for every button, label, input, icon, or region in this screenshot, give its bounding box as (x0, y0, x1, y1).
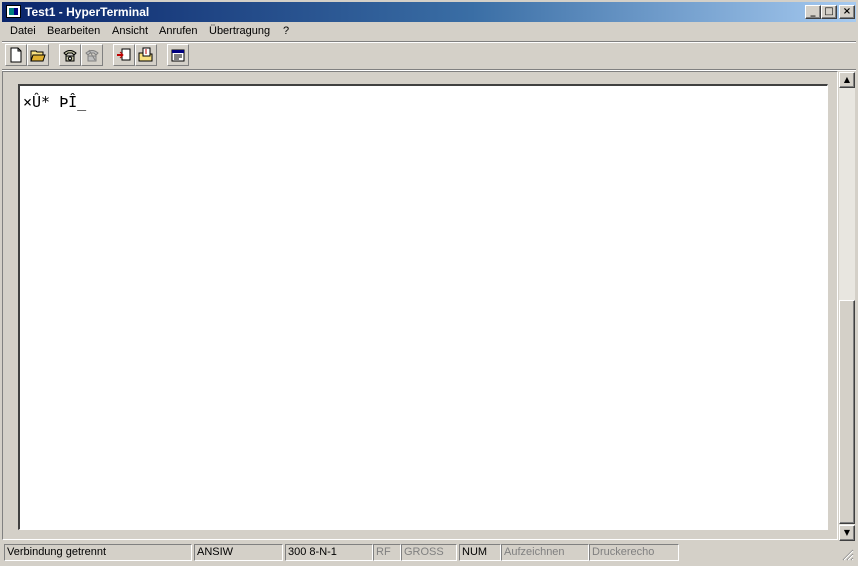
open-button[interactable] (27, 44, 49, 66)
hyperterminal-app-icon[interactable] (6, 5, 21, 18)
menu-ansicht[interactable]: Ansicht (112, 25, 148, 37)
terminal-text: ×Û* ÞÎ_ (23, 93, 87, 111)
minimize-button[interactable]: _ (805, 5, 821, 19)
menu-bar: Datei Bearbeiten Ansicht Anrufen Übertra… (2, 22, 856, 41)
scroll-down-arrow-icon[interactable]: ▼ (839, 525, 855, 541)
send-file-icon (117, 48, 131, 61)
status-capture: Aufzeichnen (501, 544, 589, 561)
status-emulation: ANSIW (194, 544, 283, 561)
properties-icon (171, 49, 185, 62)
disconnect-phone-icon (85, 49, 99, 62)
menu-anrufen[interactable]: Anrufen (159, 25, 198, 37)
call-button[interactable] (59, 44, 81, 66)
status-scroll-lock: RF (373, 544, 401, 561)
new-document-icon (10, 47, 22, 63)
maximize-button[interactable]: □ (821, 5, 837, 19)
menu-uebertragung[interactable]: Übertragung (209, 25, 270, 37)
status-bar: Verbindung getrennt ANSIW 300 8-N-1 RF G… (2, 543, 856, 563)
disconnect-button[interactable] (81, 44, 103, 66)
send-button[interactable] (113, 44, 135, 66)
status-connection: Verbindung getrennt (4, 544, 192, 561)
receive-file-icon (138, 47, 153, 62)
status-num-lock: NUM (459, 544, 501, 561)
vertical-scrollbar[interactable]: ▲ ▼ (839, 72, 855, 541)
menu-bearbeiten[interactable]: Bearbeiten (47, 25, 100, 37)
title-bar[interactable]: Test1 - HyperTerminal _ □ × (2, 2, 856, 22)
open-folder-icon (30, 50, 46, 62)
window-title: Test1 - HyperTerminal (25, 5, 150, 19)
terminal-screen[interactable]: ×Û* ÞÎ_ (18, 84, 828, 530)
status-print-echo: Druckerecho (589, 544, 679, 561)
call-phone-icon (63, 50, 77, 62)
scrollbar-thumb[interactable] (839, 300, 855, 524)
close-button[interactable]: × (839, 5, 855, 19)
resize-grip-icon[interactable] (842, 549, 854, 561)
scroll-up-arrow-icon[interactable]: ▲ (839, 72, 855, 88)
new-button[interactable] (5, 44, 27, 66)
menu-datei[interactable]: Datei (10, 25, 36, 37)
menu-help[interactable]: ? (283, 25, 289, 37)
receive-button[interactable] (135, 44, 157, 66)
status-caps-lock: GROSS (401, 544, 457, 561)
toolbar (2, 43, 856, 69)
properties-button[interactable] (167, 44, 189, 66)
status-port-settings: 300 8-N-1 (285, 544, 373, 561)
